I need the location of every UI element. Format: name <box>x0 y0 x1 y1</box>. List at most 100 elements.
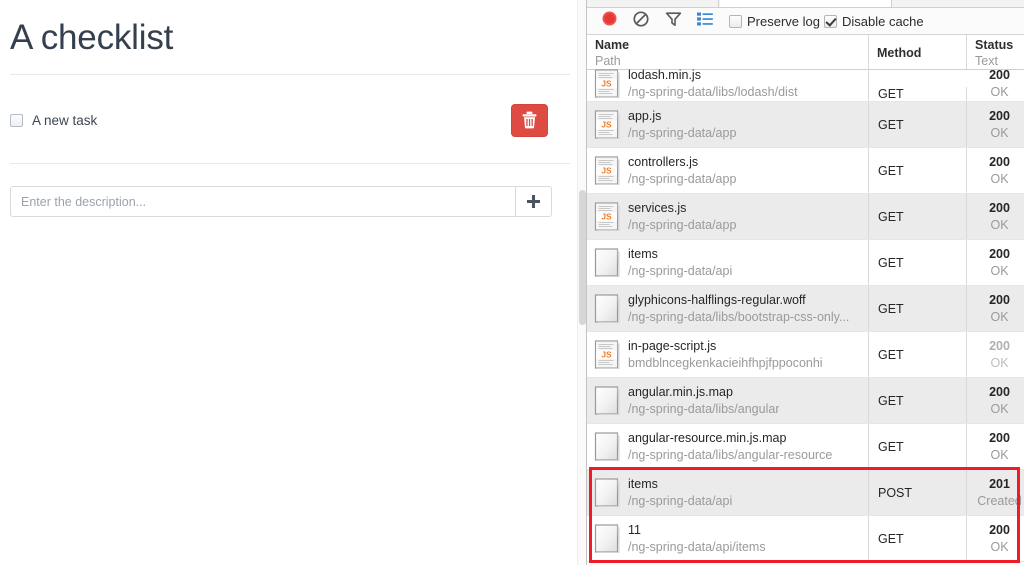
request-status-code: 201 <box>989 476 1010 493</box>
request-method-cell: GET <box>869 286 967 331</box>
column-header-status[interactable]: Status Text <box>967 35 1024 69</box>
table-row[interactable]: glyphicons-halflings-regular.woff /ng-sp… <box>587 286 1024 332</box>
request-status-cell: 200 OK <box>967 240 1024 285</box>
plus-icon <box>527 195 540 208</box>
new-task-description-input[interactable] <box>10 186 515 217</box>
generic-file-icon <box>594 432 620 462</box>
request-path: /ng-spring-data/api/items <box>628 539 766 556</box>
add-task-button[interactable] <box>515 186 552 217</box>
request-path: /ng-spring-data/app <box>628 217 736 234</box>
column-header-status-primary: Status <box>975 37 1024 53</box>
task-row: A new task <box>10 75 570 163</box>
request-status-code: 200 <box>989 108 1010 125</box>
request-name: in-page-script.js <box>628 338 823 355</box>
table-row[interactable]: items /ng-spring-data/api POST201 Create… <box>587 470 1024 516</box>
clear-button[interactable] <box>625 9 657 33</box>
record-button[interactable] <box>593 9 625 33</box>
request-name-text: app.js /ng-spring-data/app <box>628 108 736 142</box>
request-name-cell[interactable]: 11 /ng-spring-data/api/items <box>587 516 869 561</box>
table-row[interactable]: JS app.js /ng-spring-data/app GET200 OK <box>587 102 1024 148</box>
preserve-log-checkbox[interactable]: Preserve log <box>729 14 820 29</box>
request-status-text: OK <box>990 125 1008 142</box>
column-header-name-primary: Name <box>595 37 868 53</box>
request-method-cell: GET <box>869 87 967 101</box>
request-name-text: items /ng-spring-data/api <box>628 476 732 510</box>
table-row[interactable]: JS controllers.js /ng-spring-data/app GE… <box>587 148 1024 194</box>
svg-text:JS: JS <box>601 119 612 129</box>
network-request-list: JS lodash.min.js /ng-spring-data/libs/lo… <box>587 70 1024 562</box>
request-name-cell[interactable]: angular-resource.min.js.map /ng-spring-d… <box>587 424 869 469</box>
request-status-code: 200 <box>989 338 1010 355</box>
request-status-text: OK <box>990 171 1008 188</box>
request-name: angular-resource.min.js.map <box>628 430 832 447</box>
request-status-cell: 201 Created <box>967 470 1024 515</box>
request-path: /ng-spring-data/api <box>628 263 732 280</box>
request-name-text: controllers.js /ng-spring-data/app <box>628 154 736 188</box>
request-name-text: items /ng-spring-data/api <box>628 246 732 280</box>
request-path: /ng-spring-data/app <box>628 171 736 188</box>
page-scrollbar-thumb[interactable] <box>579 190 586 325</box>
request-status-text: OK <box>990 309 1008 326</box>
task-left-group: A new task <box>10 113 97 128</box>
request-status-cell: 200 OK <box>967 148 1024 193</box>
request-name-cell[interactable]: JS services.js /ng-spring-data/app <box>587 194 869 239</box>
request-name-text: angular.min.js.map /ng-spring-data/libs/… <box>628 384 779 418</box>
request-name-text: 11 /ng-spring-data/api/items <box>628 522 766 556</box>
view-list-button[interactable] <box>689 9 721 33</box>
network-table-header: Name Path Method Status Text <box>587 34 1024 70</box>
table-row[interactable]: 11 /ng-spring-data/api/items GET200 OK <box>587 516 1024 562</box>
request-name-cell[interactable]: JS lodash.min.js /ng-spring-data/libs/lo… <box>587 67 869 101</box>
table-row[interactable]: angular-resource.min.js.map /ng-spring-d… <box>587 424 1024 470</box>
request-name-cell[interactable]: JS controllers.js /ng-spring-data/app <box>587 148 869 193</box>
request-name-text: in-page-script.js bmdblncegkenkacieihfhp… <box>628 338 823 372</box>
list-view-icon <box>697 12 713 31</box>
column-header-name[interactable]: Name Path <box>587 35 869 69</box>
request-name: services.js <box>628 200 736 217</box>
svg-text:JS: JS <box>601 78 612 88</box>
delete-task-button[interactable] <box>511 104 548 137</box>
js-file-icon: JS <box>594 110 620 140</box>
request-status-code: 200 <box>989 200 1010 217</box>
request-name-cell[interactable]: JS app.js /ng-spring-data/app <box>587 102 869 147</box>
request-name-cell[interactable]: items /ng-spring-data/api <box>587 470 869 515</box>
request-status-text: OK <box>990 447 1008 464</box>
page-scrollbar[interactable] <box>577 0 586 565</box>
table-row[interactable]: angular.min.js.map /ng-spring-data/libs/… <box>587 378 1024 424</box>
devtools-tab-inactive[interactable] <box>587 0 719 7</box>
request-path: /ng-spring-data/api <box>628 493 732 510</box>
request-status-code: 200 <box>989 246 1010 263</box>
table-row[interactable]: JS in-page-script.js bmdblncegkenkacieih… <box>587 332 1024 378</box>
devtools-tabstrip <box>587 0 1024 8</box>
request-status-cell: 200 OK <box>967 516 1024 561</box>
devtools-tab-active[interactable] <box>720 0 892 7</box>
request-name-cell[interactable]: items /ng-spring-data/api <box>587 240 869 285</box>
request-status-cell: 200 OK <box>967 332 1024 377</box>
devtools-network-panel: Preserve log Disable cache Name Path Met… <box>586 0 1024 565</box>
webpage-pane: A checklist A new task <box>0 0 586 565</box>
request-name-cell[interactable]: JS in-page-script.js bmdblncegkenkacieih… <box>587 332 869 377</box>
disable-cache-checkbox[interactable]: Disable cache <box>824 14 924 29</box>
js-file-icon: JS <box>594 69 620 99</box>
screen-root: A checklist A new task <box>0 0 1024 565</box>
filter-button[interactable] <box>657 9 689 33</box>
request-name-cell[interactable]: angular.min.js.map /ng-spring-data/libs/… <box>587 378 869 423</box>
request-name-text: services.js /ng-spring-data/app <box>628 200 736 234</box>
svg-text:JS: JS <box>601 211 612 221</box>
js-file-icon: JS <box>594 202 620 232</box>
table-row[interactable]: items /ng-spring-data/api GET200 OK <box>587 240 1024 286</box>
request-name-cell[interactable]: glyphicons-halflings-regular.woff /ng-sp… <box>587 286 869 331</box>
table-row[interactable]: JS lodash.min.js /ng-spring-data/libs/lo… <box>587 70 1024 102</box>
preserve-log-box[interactable] <box>729 15 742 28</box>
table-row[interactable]: JS services.js /ng-spring-data/app GET20… <box>587 194 1024 240</box>
task-checkbox[interactable] <box>10 114 23 127</box>
request-method-cell: GET <box>869 378 967 423</box>
request-name: controllers.js <box>628 154 736 171</box>
request-name-text: angular-resource.min.js.map /ng-spring-d… <box>628 430 832 464</box>
request-name: items <box>628 476 732 493</box>
column-header-method[interactable]: Method <box>869 35 967 69</box>
js-file-icon: JS <box>594 340 620 370</box>
request-name: 11 <box>628 522 766 539</box>
request-path: /ng-spring-data/libs/lodash/dist <box>628 84 798 101</box>
webpage-content: A checklist A new task <box>0 0 586 217</box>
disable-cache-box[interactable] <box>824 15 837 28</box>
